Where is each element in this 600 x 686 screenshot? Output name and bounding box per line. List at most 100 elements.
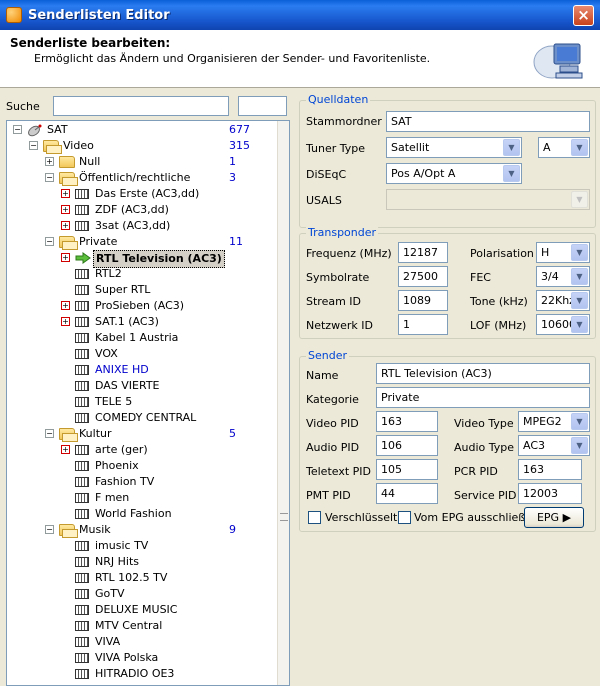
lof-select[interactable]: 10600 ▼ <box>536 314 590 335</box>
expand-icon[interactable]: + <box>61 445 70 454</box>
epg-exclude-checkbox[interactable] <box>398 511 411 524</box>
tree-row[interactable]: VOX <box>7 346 275 362</box>
collapse-icon[interactable]: − <box>45 525 54 534</box>
tree-row[interactable]: Super RTL <box>7 282 275 298</box>
chevron-down-icon[interactable]: ▼ <box>571 268 588 285</box>
symbolrate-field[interactable]: 27500 <box>398 266 448 287</box>
channel-tree[interactable]: − SAT 677− Video 315 + Null 1− Öffentlich/rechtl… <box>6 120 290 686</box>
fec-select[interactable]: 3/4 ▼ <box>536 266 590 287</box>
tree-row[interactable]: − Private 11 <box>7 234 275 250</box>
pmt-pid-field[interactable]: 44 <box>376 483 438 504</box>
tree-row[interactable]: − Kultur 5 <box>7 426 275 442</box>
tree-row[interactable]: NRJ Hits <box>7 554 275 570</box>
tree-row[interactable]: + Null 1 <box>7 154 275 170</box>
tree-row[interactable]: GoTV <box>7 586 275 602</box>
collapse-icon[interactable]: − <box>29 141 38 150</box>
tree-row[interactable]: + ZDF (AC3,dd) <box>7 202 275 218</box>
audio-type-select[interactable]: AC3 ▼ <box>518 435 590 456</box>
tuner-type-select[interactable]: Satellit ▼ <box>386 137 522 158</box>
tree-row[interactable]: MTV Central <box>7 618 275 634</box>
chevron-down-icon[interactable]: ▼ <box>571 292 588 309</box>
tree-row[interactable]: − Öffentlich/rechtliche 3 <box>7 170 275 186</box>
polarisation-select[interactable]: H ▼ <box>536 242 590 263</box>
tree-row[interactable]: + ProSieben (AC3) <box>7 298 275 314</box>
tree-row-label: MTV Central <box>95 619 163 632</box>
tree-row[interactable]: ANIXE HD <box>7 362 275 378</box>
tree-row[interactable]: + arte (ger) <box>7 442 275 458</box>
details-panel: Quelldaten Stammordner SAT Tuner Type Sa… <box>297 88 600 686</box>
expand-icon[interactable]: + <box>61 221 70 230</box>
tree-row-label: RTL2 <box>95 267 122 280</box>
stream-id-field[interactable]: 1089 <box>398 290 448 311</box>
tree-row[interactable]: F men <box>7 490 275 506</box>
video-type-select[interactable]: MPEG2 ▼ <box>518 411 590 432</box>
collapse-icon[interactable]: − <box>45 173 54 182</box>
tree-row[interactable]: Phoenix <box>7 458 275 474</box>
collapse-icon[interactable]: − <box>45 429 54 438</box>
expand-icon[interactable]: + <box>61 189 70 198</box>
usals-select[interactable]: ▼ <box>386 189 590 210</box>
tree-scrollbar[interactable] <box>277 121 289 685</box>
tone-select[interactable]: 22Khz ▼ <box>536 290 590 311</box>
tree-row[interactable]: DELUXE MUSIC <box>7 602 275 618</box>
frequenz-field[interactable]: 12187 <box>398 242 448 263</box>
diseqc-select[interactable]: Pos A/Opt A ▼ <box>386 163 522 184</box>
expand-icon[interactable]: + <box>61 301 70 310</box>
expand-icon[interactable]: + <box>61 253 70 262</box>
pcr-pid-field[interactable]: 163 <box>518 459 582 480</box>
chevron-down-icon[interactable]: ▼ <box>571 316 588 333</box>
collapse-icon[interactable]: − <box>13 125 22 134</box>
audio-pid-field[interactable]: 106 <box>376 435 438 456</box>
close-button[interactable]: × <box>573 5 594 26</box>
tree-row[interactable]: RTL2 <box>7 266 275 282</box>
tuner-slot-select[interactable]: A ▼ <box>538 137 590 158</box>
channel-icon <box>75 221 89 231</box>
encrypted-checkbox[interactable] <box>308 511 321 524</box>
tree-row[interactable]: RTL 102.5 TV <box>7 570 275 586</box>
tree-row[interactable]: − Video 315 <box>7 138 275 154</box>
scroll-grip-icon[interactable] <box>280 513 288 521</box>
expand-icon[interactable]: + <box>61 205 70 214</box>
teletext-pid-field[interactable]: 105 <box>376 459 438 480</box>
name-field[interactable]: RTL Television (AC3) <box>376 363 590 384</box>
tree-row[interactable]: + SAT.1 (AC3) <box>7 314 275 330</box>
tree-row[interactable]: +3sat (AC3,dd) <box>7 218 275 234</box>
netzwerk-id-field[interactable]: 1 <box>398 314 448 335</box>
tree-row[interactable]: − SAT 677 <box>7 122 275 138</box>
tree-row[interactable]: HITRADIO OE3 <box>7 666 275 682</box>
folder-open-icon <box>43 140 62 154</box>
tree-row[interactable]: + Das Erste (AC3,dd) <box>7 186 275 202</box>
tree-row[interactable]: TELE 5 <box>7 394 275 410</box>
stammordner-field[interactable]: SAT <box>386 111 590 132</box>
tree-row[interactable]: − Musik 9 <box>7 522 275 538</box>
chevron-down-icon[interactable]: ▼ <box>571 244 588 261</box>
tree-row[interactable]: Fashion TV <box>7 474 275 490</box>
service-pid-field[interactable]: 12003 <box>518 483 582 504</box>
tree-row[interactable]: COMEDY CENTRAL <box>7 410 275 426</box>
video-pid-field[interactable]: 163 <box>376 411 438 432</box>
chevron-down-icon[interactable]: ▼ <box>503 139 520 156</box>
quelldaten-group: Quelldaten Stammordner SAT Tuner Type Sa… <box>299 93 596 228</box>
tree-row[interactable]: Kabel 1 Austria <box>7 330 275 346</box>
collapse-icon[interactable]: − <box>45 237 54 246</box>
chevron-down-icon[interactable]: ▼ <box>571 413 588 430</box>
chevron-down-icon[interactable]: ▼ <box>571 139 588 156</box>
tree-row[interactable]: imusic TV <box>7 538 275 554</box>
tree-row[interactable]: VIVA Polska <box>7 650 275 666</box>
chevron-down-icon[interactable]: ▼ <box>571 437 588 454</box>
header-title: Senderliste bearbeiten: <box>10 36 171 50</box>
search-input-secondary[interactable] <box>238 96 287 116</box>
chevron-down-icon[interactable]: ▼ <box>503 165 520 182</box>
chevron-down-icon[interactable]: ▼ <box>571 191 588 208</box>
epg-button[interactable]: EPG ▶ <box>524 507 584 528</box>
tree-row[interactable]: DAS VIERTE <box>7 378 275 394</box>
kategorie-field[interactable]: Private <box>376 387 590 408</box>
expand-icon[interactable]: + <box>45 157 54 166</box>
tree-row[interactable]: VIVA <box>7 634 275 650</box>
search-input[interactable] <box>53 96 229 116</box>
tree-row[interactable]: World Fashion <box>7 506 275 522</box>
tree-row[interactable]: + RTL Television (AC3) <box>7 250 275 268</box>
channel-icon <box>75 301 89 311</box>
tree-row-label: VIVA Polska <box>95 651 159 664</box>
expand-icon[interactable]: + <box>61 317 70 326</box>
